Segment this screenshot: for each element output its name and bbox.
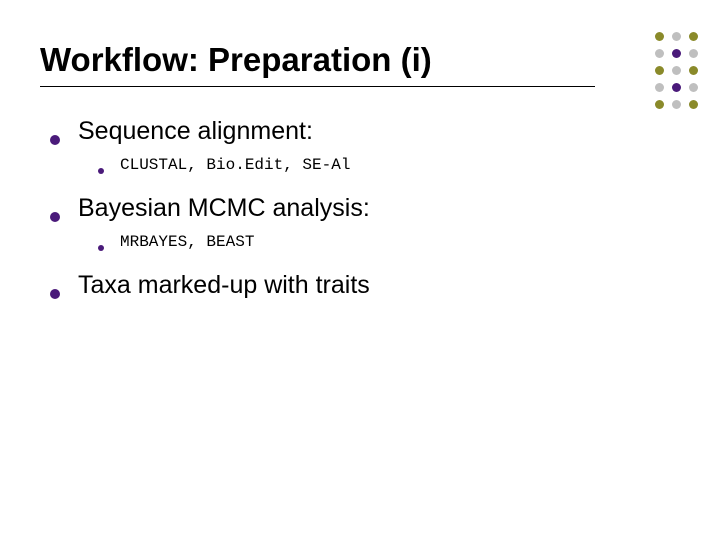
bullet-label: Bayesian MCMC analysis: [78,192,370,225]
dot-icon [689,83,698,92]
dot-icon [655,83,664,92]
slide: Workflow: Preparation (i) Sequence align… [0,0,720,540]
bullet-label: Sequence alignment: [78,115,313,148]
sub-bullet-label: MRBAYES, BEAST [120,232,254,253]
bullet-dot-icon [50,289,60,299]
bullet-dot-icon [50,212,60,222]
bullet-dot-icon [50,135,60,145]
title-rule: Workflow: Preparation (i) [40,40,595,87]
dot-icon [655,100,664,109]
dot-icon [689,49,698,58]
dot-icon [689,100,698,109]
bullet-item: Bayesian MCMC analysis: [50,192,680,225]
sub-bullet-item: MRBAYES, BEAST [98,232,680,253]
bullet-item: Sequence alignment: [50,115,680,148]
dot-icon [672,83,681,92]
dot-icon [689,32,698,41]
sub-bullet-item: CLUSTAL, Bio.Edit, SE-Al [98,155,680,176]
bullet-label: Taxa marked-up with traits [78,269,370,302]
decorative-dots [655,32,698,109]
dot-icon [672,49,681,58]
dot-icon [655,32,664,41]
dot-icon [655,66,664,75]
dot-icon [672,32,681,41]
dot-icon [672,100,681,109]
dot-icon [655,49,664,58]
deco-col [655,32,664,109]
slide-title: Workflow: Preparation (i) [40,40,595,80]
bullet-dot-icon [98,245,104,251]
deco-col [672,32,681,109]
bullet-item: Taxa marked-up with traits [50,269,680,302]
dot-icon [672,66,681,75]
bullet-dot-icon [98,168,104,174]
sub-bullet-label: CLUSTAL, Bio.Edit, SE-Al [120,155,350,176]
deco-col [689,32,698,109]
dot-icon [689,66,698,75]
